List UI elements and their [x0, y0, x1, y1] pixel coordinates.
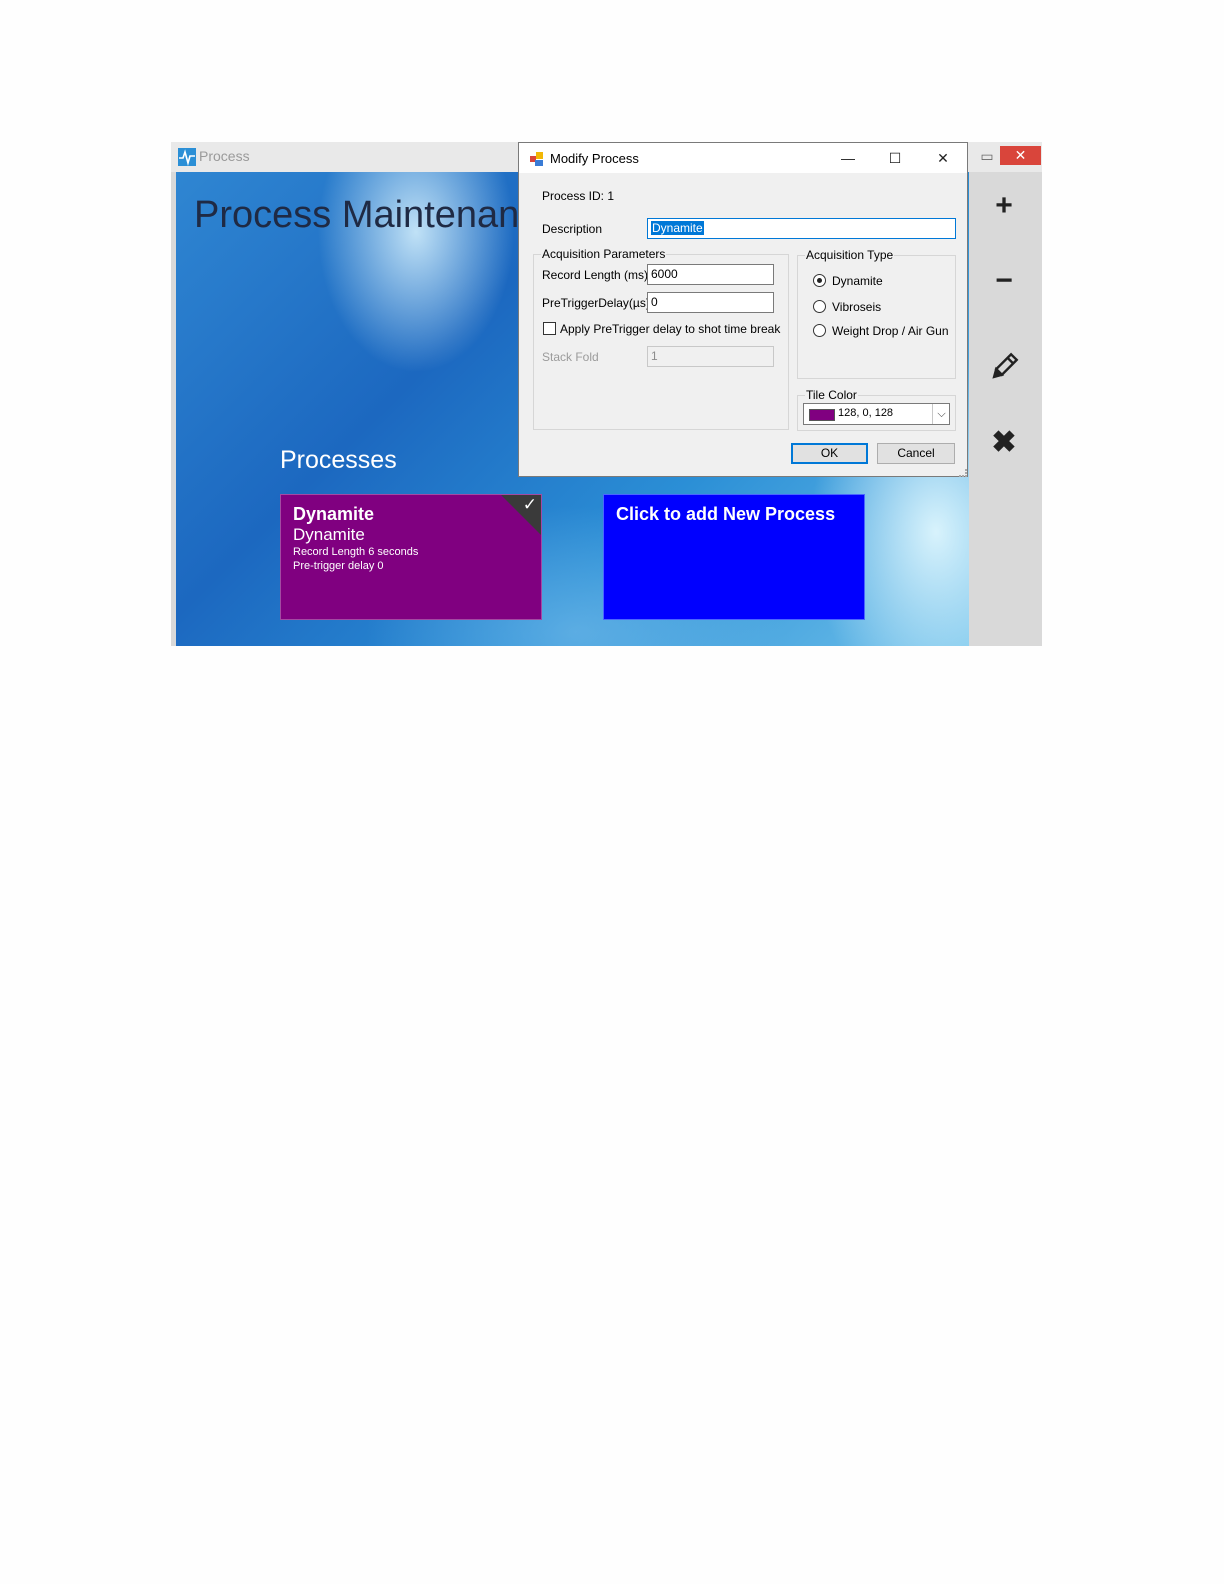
- radio-weight-drop-label: Weight Drop / Air Gun: [832, 324, 949, 338]
- tile-subtitle: Dynamite: [293, 525, 365, 544]
- radio-dynamite-label: Dynamite: [832, 274, 883, 288]
- radio-weight-drop[interactable]: [813, 324, 826, 337]
- acquisition-parameters-title: Acquisition Parameters: [541, 247, 667, 261]
- process-id-label: Process ID: 1: [542, 189, 615, 203]
- form-icon: [529, 151, 545, 167]
- ok-button[interactable]: OK: [791, 443, 868, 464]
- description-label: Description: [542, 222, 603, 236]
- dialog-title: Modify Process: [550, 151, 639, 166]
- dialog-close-button[interactable]: ✕: [928, 148, 958, 168]
- acquisition-type-title: Acquisition Type: [805, 248, 895, 262]
- chevron-down-icon[interactable]: ⌵: [932, 404, 950, 424]
- x-icon[interactable]: ✖: [987, 426, 1021, 460]
- apply-pretrigger-label: Apply PreTrigger delay to shot time brea…: [560, 322, 781, 336]
- dialog-maximize-button[interactable]: ☐: [880, 148, 910, 168]
- radio-vibroseis[interactable]: [813, 300, 826, 313]
- dialog-titlebar[interactable]: Modify Process — ☐ ✕: [519, 143, 967, 173]
- cancel-button[interactable]: Cancel: [877, 443, 955, 464]
- radio-dynamite[interactable]: [813, 274, 826, 287]
- pencil-icon[interactable]: [987, 350, 1021, 384]
- checkmark-icon: ✓: [522, 495, 537, 514]
- minimize-button[interactable]: ▭: [976, 146, 998, 166]
- record-length-input[interactable]: 6000: [647, 264, 774, 285]
- radio-selected-dot: [817, 278, 822, 283]
- tile-record-length: Record Length 6 seconds: [293, 546, 419, 558]
- dialog-minimize-button[interactable]: —: [833, 148, 863, 168]
- pretrigger-delay-input[interactable]: 0: [647, 292, 774, 313]
- stack-fold-input: 1: [647, 346, 774, 367]
- description-value: Dynamite: [651, 221, 704, 235]
- tile-title: Click to add New Process: [616, 504, 836, 524]
- tile-color-title: Tile Color: [805, 388, 858, 402]
- waveform-icon: [178, 148, 196, 166]
- plus-icon[interactable]: +: [987, 189, 1021, 223]
- stack-fold-label: Stack Fold: [542, 350, 599, 364]
- resize-grip-icon[interactable]: [959, 469, 967, 477]
- color-swatch: [809, 409, 835, 421]
- tile-pretrigger-delay: Pre-trigger delay 0: [293, 560, 384, 572]
- tile-color-value: 128, 0, 128: [838, 407, 894, 419]
- apply-pretrigger-checkbox[interactable]: [543, 322, 556, 335]
- description-input[interactable]: Dynamite: [647, 218, 956, 239]
- tile-color-select[interactable]: 128, 0, 128 ⌵: [803, 403, 950, 425]
- minus-icon[interactable]: −: [987, 264, 1021, 298]
- process-tile-dynamite[interactable]: Dynamite Dynamite Record Length 6 second…: [280, 494, 542, 620]
- radio-vibroseis-label: Vibroseis: [832, 300, 882, 314]
- record-length-label: Record Length (ms): [542, 268, 649, 282]
- tile-title: Dynamite: [293, 504, 375, 524]
- pretrigger-delay-label: PreTriggerDelay(µs): [542, 296, 650, 310]
- modify-process-dialog: Modify Process — ☐ ✕ Process ID: 1 Descr…: [518, 142, 968, 477]
- close-button[interactable]: ✕: [1000, 146, 1041, 165]
- window-title: Process: [199, 148, 250, 164]
- add-new-process-tile[interactable]: Click to add New Process: [603, 494, 865, 620]
- processes-heading: Processes: [280, 446, 397, 474]
- page-title: Process Maintenance: [194, 194, 560, 236]
